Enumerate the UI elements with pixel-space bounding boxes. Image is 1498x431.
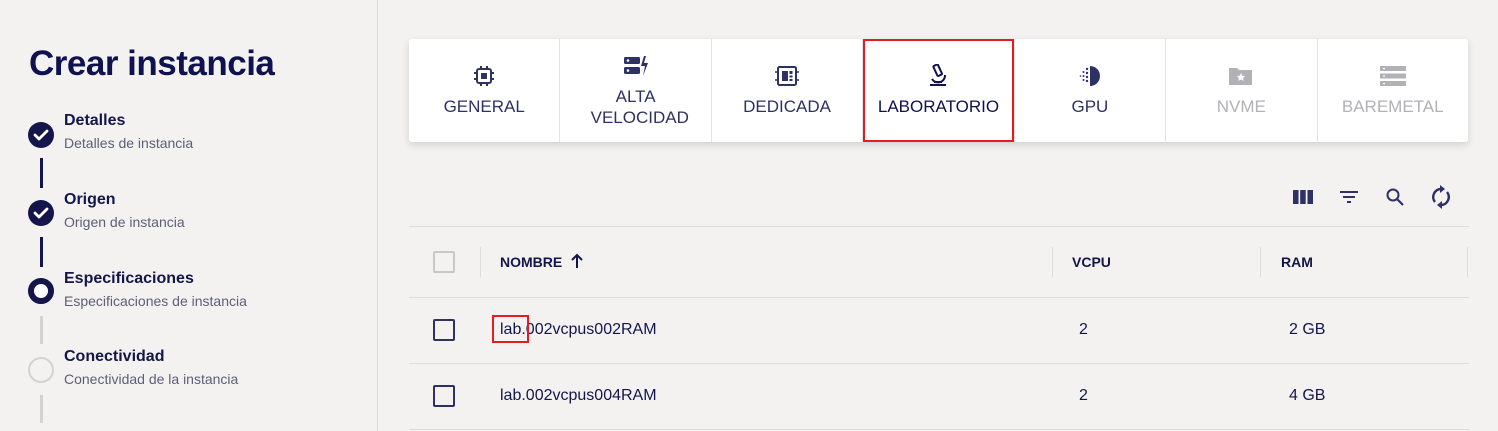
filter-icon[interactable] <box>1335 183 1363 211</box>
tab-label: LABORATORIO <box>877 97 1000 116</box>
tab-label: GENERAL <box>443 97 525 116</box>
table-header: NOMBRE VCPU RAM <box>409 226 1469 297</box>
tab-general[interactable]: GENERAL <box>409 39 561 142</box>
check-icon <box>28 122 54 148</box>
table-row[interactable]: lab.002vcpus004RAM 2 4 GB <box>409 363 1469 429</box>
step-connector <box>40 237 43 267</box>
microscope-icon <box>928 64 948 88</box>
dedicated-chip-icon <box>775 64 800 88</box>
highlight-marker <box>492 315 529 343</box>
step-subtitle: Detalles de instancia <box>64 135 194 151</box>
tab-label: BAREMETAL <box>1341 97 1444 116</box>
select-all-checkbox[interactable] <box>433 251 455 273</box>
step-title: Detalles <box>64 112 126 129</box>
page-title: Crear instancia <box>29 44 275 83</box>
step-subtitle: Especificaciones de instancia <box>64 293 247 309</box>
columns-icon[interactable] <box>1289 183 1317 211</box>
column-divider <box>1260 247 1261 277</box>
chip-icon <box>473 64 495 88</box>
step-connector <box>40 158 43 188</box>
current-step-icon <box>28 278 54 304</box>
instance-type-tabs: GENERAL ALTA VELOCIDAD DEDICADA LABORATO… <box>409 39 1468 142</box>
column-label: NOMBRE <box>500 254 563 270</box>
flavor-ram: 4 GB <box>1289 387 1326 404</box>
tab-label: ALTA VELOCIDAD <box>590 86 689 127</box>
check-icon <box>28 200 54 226</box>
column-header-nombre[interactable]: NOMBRE <box>500 253 584 270</box>
step-connector <box>40 395 43 423</box>
flavors-table: NOMBRE VCPU RAM lab.002vcpus002RAM 2 2 G… <box>409 226 1469 431</box>
tab-alta-velocidad[interactable]: ALTA VELOCIDAD <box>560 39 712 142</box>
row-checkbox[interactable] <box>433 319 455 341</box>
table-row[interactable]: lab.002vcpus002RAM 2 2 GB <box>409 297 1469 363</box>
server-bolt-icon <box>623 54 649 78</box>
flavor-vcpu: 2 <box>1079 387 1088 404</box>
gpu-icon <box>1078 64 1102 88</box>
tab-label: DEDICADA <box>743 97 831 116</box>
tab-label: NVME <box>1216 97 1266 116</box>
step-title: Especificaciones <box>64 270 194 287</box>
server-stack-icon <box>1379 64 1406 88</box>
column-header-vcpu[interactable]: VCPU <box>1072 254 1111 270</box>
step-subtitle: Origen de instancia <box>64 214 185 230</box>
tab-laboratorio[interactable]: LABORATORIO <box>863 39 1015 142</box>
row-checkbox[interactable] <box>433 385 455 407</box>
refresh-icon[interactable] <box>1427 183 1455 211</box>
tab-nvme[interactable]: NVME <box>1166 39 1318 142</box>
flavor-ram: 2 GB <box>1289 321 1326 338</box>
tab-baremetal[interactable]: BAREMETAL <box>1318 39 1468 142</box>
tab-dedicada[interactable]: DEDICADA <box>712 39 864 142</box>
step-subtitle: Conectividad de la instancia <box>64 371 239 387</box>
star-folder-icon <box>1228 64 1254 88</box>
column-divider <box>1467 247 1468 277</box>
column-divider <box>1052 247 1053 277</box>
pending-step-icon <box>28 357 54 383</box>
step-title: Origen <box>64 191 116 208</box>
column-header-ram[interactable]: RAM <box>1281 254 1313 270</box>
flavor-vcpu: 2 <box>1079 321 1088 338</box>
step-connector <box>40 316 43 344</box>
tab-label: GPU <box>1071 97 1109 116</box>
step-title: Conectividad <box>64 348 165 365</box>
search-icon[interactable] <box>1381 183 1409 211</box>
wizard-sidebar: Crear instancia Detalles Detalles de ins… <box>0 0 378 431</box>
table-toolbar <box>1289 183 1455 211</box>
flavor-name: lab.002vcpus004RAM <box>500 387 657 404</box>
sort-asc-icon <box>571 253 583 268</box>
tab-gpu[interactable]: GPU <box>1015 39 1167 142</box>
column-divider <box>480 247 481 277</box>
